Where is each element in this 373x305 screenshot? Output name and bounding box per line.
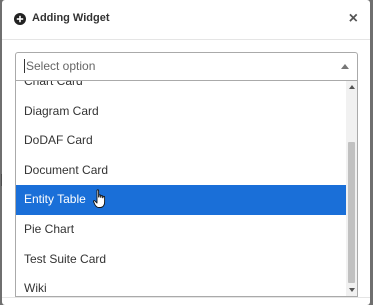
scroll-down-icon[interactable]: [349, 288, 355, 292]
select-placeholder: Select option: [24, 59, 96, 73]
option-dodaf-card[interactable]: DoDAF Card: [16, 126, 347, 156]
scrollbar-thumb[interactable]: [348, 142, 355, 283]
divider: [2, 297, 370, 298]
scroll-up-icon[interactable]: [349, 85, 355, 89]
select-dropdown[interactable]: Chart Card Diagram Card DoDAF Card Docum…: [15, 80, 358, 297]
option-pie-chart[interactable]: Pie Chart: [16, 215, 347, 245]
chevron-up-icon[interactable]: [341, 64, 349, 69]
hand-pointer-icon: [93, 189, 106, 209]
dropdown-scrollbar[interactable]: [346, 81, 357, 296]
option-document-card[interactable]: Document Card: [16, 156, 347, 186]
option-list: Chart Card Diagram Card DoDAF Card Docum…: [16, 81, 347, 296]
option-diagram-card[interactable]: Diagram Card: [16, 97, 347, 127]
close-icon[interactable]: ×: [349, 9, 358, 29]
option-wiki[interactable]: Wiki: [16, 274, 347, 296]
option-entity-table[interactable]: Entity Table: [16, 185, 347, 215]
modal-title: Adding Widget: [32, 12, 110, 24]
modal-header: Adding Widget ×: [2, 0, 370, 40]
option-test-suite-card[interactable]: Test Suite Card: [16, 245, 347, 275]
option-chart-card[interactable]: Chart Card: [16, 81, 347, 97]
plus-circle-icon: [14, 13, 26, 25]
adding-widget-modal: Adding Widget × Select option Chart Card…: [2, 0, 370, 305]
widget-type-select[interactable]: Select option: [15, 52, 358, 80]
option-entity-table-label: Entity Table: [24, 192, 86, 207]
